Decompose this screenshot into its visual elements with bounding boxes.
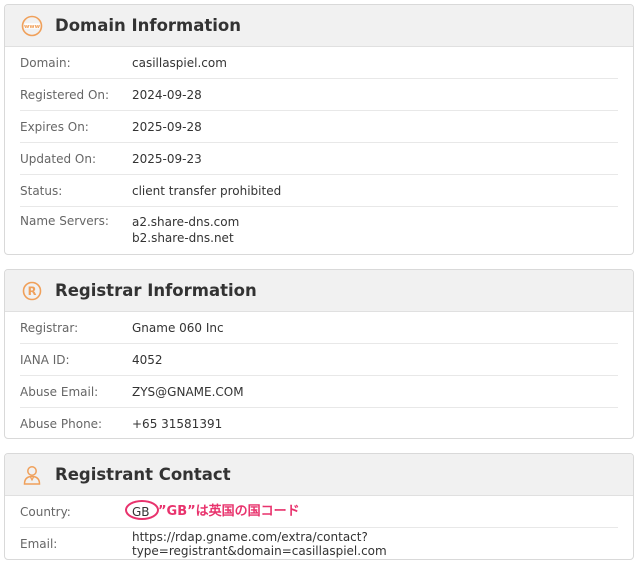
registered-on-value: 2024-09-28 bbox=[132, 87, 202, 102]
updated-on-row: Updated On: 2025-09-23 bbox=[20, 143, 618, 175]
email-label: Email: bbox=[20, 537, 58, 551]
registered-on-label: Registered On: bbox=[20, 87, 110, 102]
expires-on-value: 2025-09-28 bbox=[132, 119, 202, 134]
registrar-information-card: R Registrar Information Registrar: Gname… bbox=[4, 269, 634, 439]
status-value: client transfer prohibited bbox=[132, 183, 282, 198]
svg-text:www: www bbox=[24, 24, 40, 30]
abuse-phone-value: +65 31581391 bbox=[132, 417, 223, 431]
status-label: Status: bbox=[20, 183, 63, 198]
name-servers-values: a2.share-dns.com b2.share-dns.net bbox=[132, 214, 618, 253]
name-server-2: b2.share-dns.net bbox=[132, 231, 234, 245]
name-servers-label: Name Servers: bbox=[20, 214, 109, 228]
registrar-row: Registrar: Gname 060 Inc bbox=[20, 312, 618, 344]
country-label: Country: bbox=[20, 504, 71, 519]
domain-row: Domain: casillaspiel.com bbox=[20, 47, 618, 79]
country-row: Country: GB bbox=[20, 496, 618, 528]
domain-value: casillaspiel.com bbox=[132, 55, 227, 70]
abuse-email-row: Abuse Email: ZYS@GNAME.COM bbox=[20, 376, 618, 408]
domain-information-header: www Domain Information bbox=[5, 5, 633, 47]
domain-information-title: Domain Information bbox=[55, 16, 241, 35]
email-value: https://rdap.gname.com/extra/contact?typ… bbox=[132, 530, 387, 558]
registered-icon: R bbox=[21, 280, 43, 302]
updated-on-label: Updated On: bbox=[20, 151, 96, 166]
updated-on-value: 2025-09-23 bbox=[132, 151, 202, 166]
registrar-value: Gname 060 Inc bbox=[132, 320, 224, 335]
registrant-contact-title: Registrant Contact bbox=[55, 465, 231, 484]
registrant-contact-header: Registrant Contact bbox=[5, 454, 633, 496]
abuse-email-value: ZYS@GNAME.COM bbox=[132, 384, 244, 399]
abuse-phone-label: Abuse Phone: bbox=[20, 417, 103, 431]
abuse-email-label: Abuse Email: bbox=[20, 384, 99, 399]
domain-information-card: www Domain Information Domain: casillasp… bbox=[4, 4, 634, 255]
expires-on-row: Expires On: 2025-09-28 bbox=[20, 111, 618, 143]
name-servers-row: Name Servers: a2.share-dns.com b2.share-… bbox=[20, 207, 618, 253]
iana-id-value: 4052 bbox=[132, 352, 163, 367]
registered-on-row: Registered On: 2024-09-28 bbox=[20, 79, 618, 111]
status-row: Status: client transfer prohibited bbox=[20, 175, 618, 207]
www-globe-icon: www bbox=[21, 15, 43, 37]
email-row: Email: https://rdap.gname.com/extra/cont… bbox=[20, 528, 618, 559]
iana-id-label: IANA ID: bbox=[20, 352, 70, 367]
person-icon bbox=[21, 464, 43, 486]
name-server-1: a2.share-dns.com bbox=[132, 215, 240, 229]
domain-label: Domain: bbox=[20, 55, 71, 70]
iana-id-row: IANA ID: 4052 bbox=[20, 344, 618, 376]
highlight-circle bbox=[125, 499, 159, 520]
registrant-contact-card: Registrant Contact Country: GB Email: ht… bbox=[4, 453, 634, 560]
country-value-wrap: GB bbox=[125, 499, 159, 520]
gb-annotation: ”GB”は英国の国コード bbox=[158, 504, 300, 519]
expires-on-label: Expires On: bbox=[20, 119, 89, 134]
abuse-phone-row: Abuse Phone: +65 31581391 bbox=[20, 408, 618, 438]
registrar-information-header: R Registrar Information bbox=[5, 270, 633, 312]
svg-text:R: R bbox=[28, 284, 37, 298]
registrar-information-title: Registrar Information bbox=[55, 281, 257, 300]
registrar-label: Registrar: bbox=[20, 320, 79, 335]
